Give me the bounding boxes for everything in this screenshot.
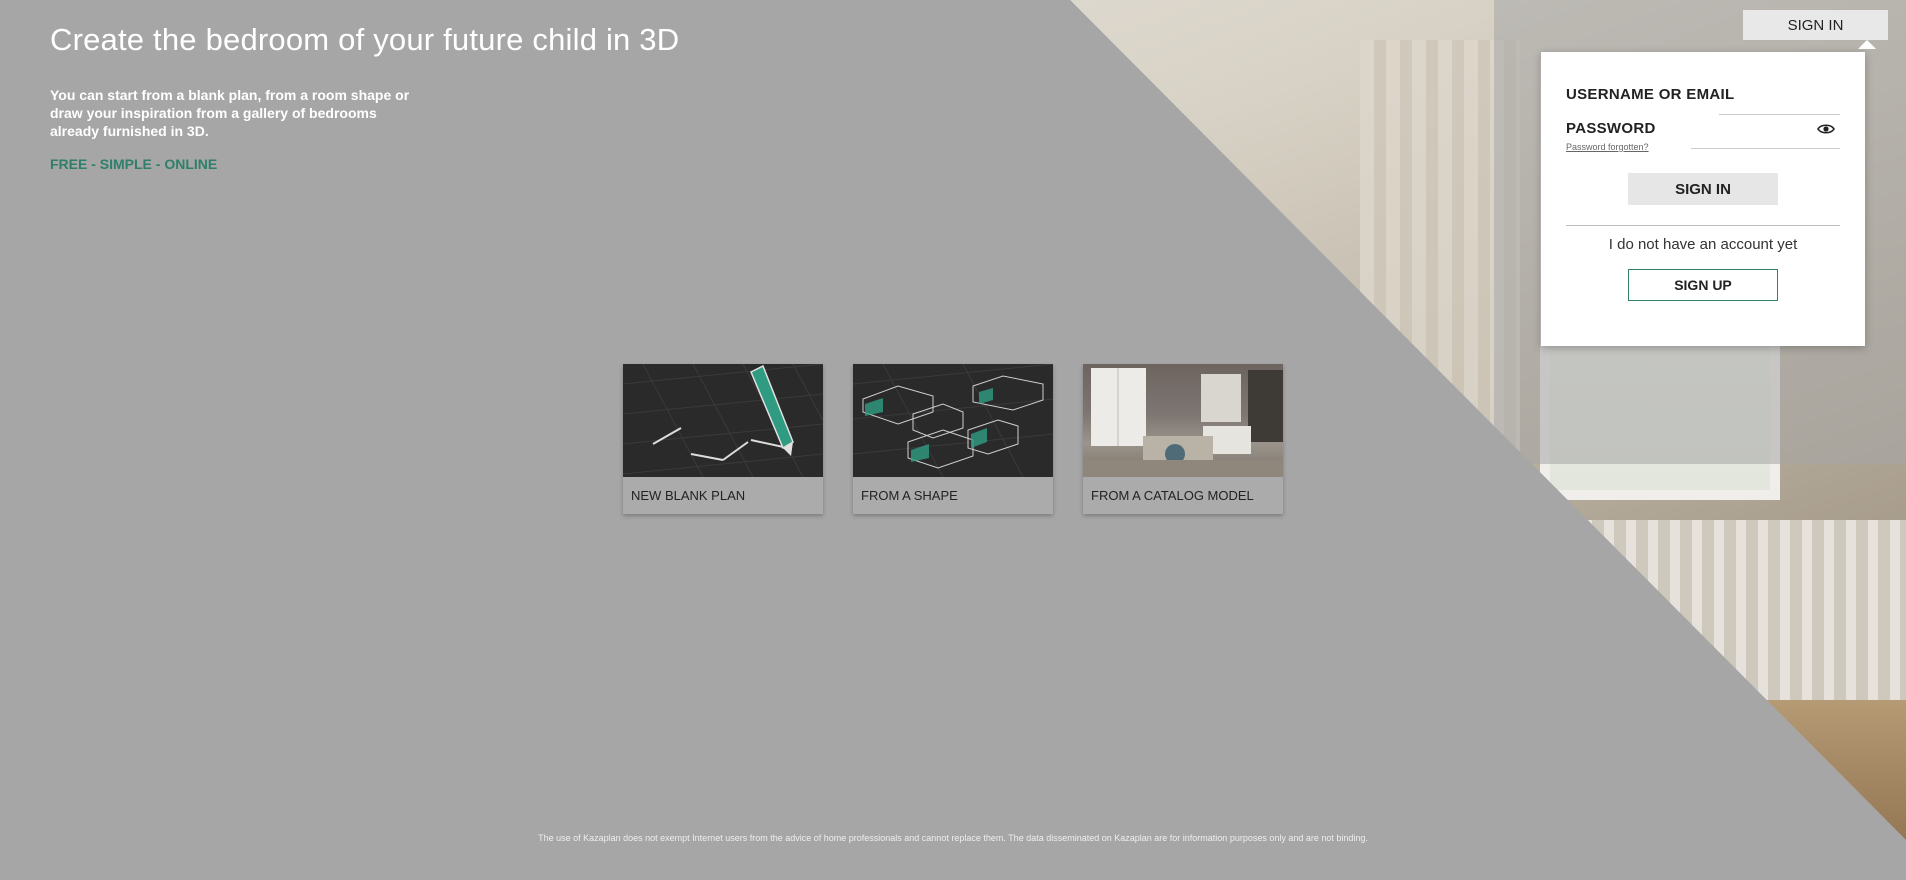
tagline: FREE - SIMPLE - ONLINE <box>50 156 218 172</box>
password-label: PASSWORD <box>1566 120 1656 137</box>
card-label: NEW BLANK PLAN <box>623 477 823 514</box>
password-input[interactable] <box>1691 118 1815 144</box>
no-account-text: I do not have an account yet <box>1608 236 1798 253</box>
signup-button[interactable]: SIGN UP <box>1628 269 1778 301</box>
card-label: FROM A SHAPE <box>853 477 1053 514</box>
card-from-a-shape[interactable]: FROM A SHAPE <box>853 364 1053 514</box>
room-shapes-icon <box>853 364 1053 477</box>
password-underline <box>1691 148 1840 149</box>
password-forgotten-link[interactable]: Password forgotten? <box>1566 142 1649 152</box>
furnished-room-photo <box>1083 364 1283 477</box>
footer-disclaimer: The use of Kazaplan does not exempt Inte… <box>538 833 1368 843</box>
header-signin-button[interactable]: SIGN IN <box>1743 10 1888 49</box>
username-underline <box>1719 114 1840 115</box>
card-from-a-catalog-model[interactable]: FROM A CATALOG MODEL <box>1083 364 1283 514</box>
page-title: Create the bedroom of your future child … <box>50 22 680 57</box>
popup-caret <box>1858 40 1876 49</box>
eye-icon[interactable] <box>1817 122 1835 136</box>
intro-text: You can start from a blank plan, from a … <box>50 87 410 139</box>
card-new-blank-plan[interactable]: NEW BLANK PLAN <box>623 364 823 514</box>
signin-submit-button[interactable]: SIGN IN <box>1628 173 1778 205</box>
username-input[interactable] <box>1719 80 1843 106</box>
card-label: FROM A CATALOG MODEL <box>1083 477 1283 514</box>
header-signin-label: SIGN IN <box>1787 16 1844 34</box>
pencil-drawing-icon <box>623 364 823 477</box>
username-label: USERNAME OR EMAIL <box>1566 86 1735 103</box>
login-popup: USERNAME OR EMAIL PASSWORD Password forg… <box>1541 52 1865 346</box>
popup-divider <box>1566 225 1840 226</box>
